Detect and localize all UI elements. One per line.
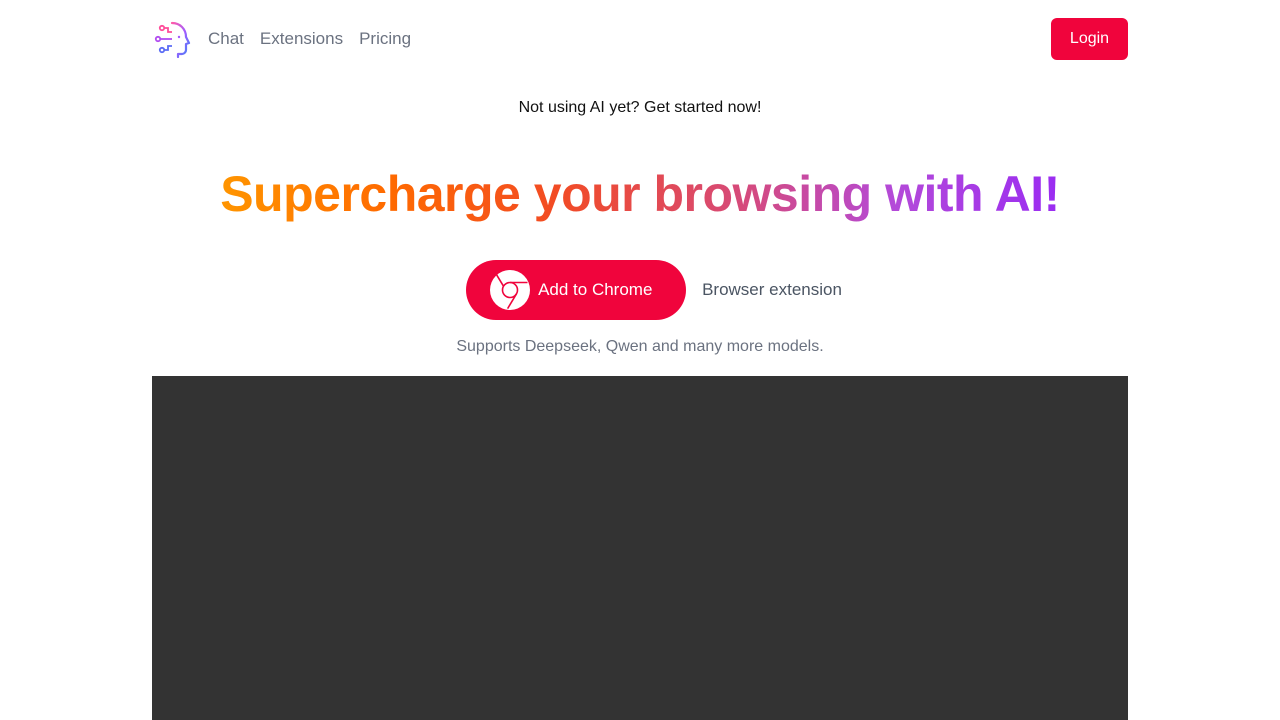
supported-models-text: Supports Deepseek, Qwen and many more mo… [456, 338, 824, 355]
ai-head-logo-icon[interactable] [152, 19, 192, 59]
login-button[interactable]: Login [1051, 18, 1128, 60]
hero-headline-text: Supercharge your browsing with AI! [220, 166, 1060, 222]
main-nav: Chat Extensions Pricing [208, 29, 411, 49]
chrome-icon [490, 270, 531, 310]
nav-chat-link[interactable]: Chat [208, 29, 244, 49]
add-to-chrome-button[interactable]: Add to Chrome [466, 260, 687, 320]
demo-video-area[interactable] [152, 376, 1128, 720]
hero-tagline: Not using AI yet? Get started now! [518, 99, 762, 116]
browser-extension-link[interactable]: Browser extension [702, 280, 842, 300]
nav-extensions-link[interactable]: Extensions [260, 29, 343, 49]
nav-pricing-link[interactable]: Pricing [359, 29, 411, 49]
page: Chat Extensions Pricing Login Not using … [0, 0, 1280, 720]
cta-row: Add to Chrome Browser extension [0, 260, 1280, 320]
add-to-chrome-label: Add to Chrome [538, 280, 653, 299]
hero-headline: Supercharge your browsing with AI! [0, 164, 1280, 224]
top-header: Chat Extensions Pricing Login [152, 18, 1128, 60]
header-left: Chat Extensions Pricing [152, 19, 411, 59]
